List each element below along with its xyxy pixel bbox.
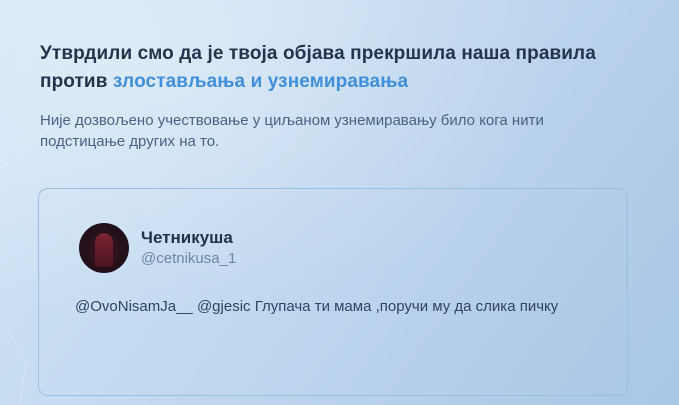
- tweet-text: @OvoNisamJa__ @gjesic Глупача ти мама ,п…: [75, 295, 585, 319]
- tweet-body: Глупача ти мама ,поручи му да слика пичк…: [254, 298, 559, 315]
- avatar: [79, 223, 129, 273]
- author-block: Четникуша @cetnikusa_1: [141, 227, 236, 269]
- abuse-harassment-policy-link[interactable]: злостављања и узнемиравања: [113, 71, 408, 92]
- mention-gjesic[interactable]: @gjesic: [197, 298, 251, 315]
- tweet-header: Четникуша @cetnikusa_1: [79, 223, 236, 273]
- mention-ovonisamja[interactable]: @OvoNisamJa__: [75, 298, 193, 315]
- notice-description: Није дозвољено учествовање у циљаном узн…: [40, 112, 544, 150]
- reported-tweet-card: Четникуша @cetnikusa_1 @OvoNisamJa__ @gj…: [38, 188, 628, 396]
- notice-heading: Утврдили смо да је твоја објава прекршил…: [40, 40, 640, 96]
- author-handle: @cetnikusa_1: [141, 250, 237, 267]
- avatar-figure: [95, 233, 113, 267]
- author-name: Четникуша: [141, 228, 233, 247]
- violation-notice: Утврдили смо да је твоја објава прекршил…: [40, 40, 640, 152]
